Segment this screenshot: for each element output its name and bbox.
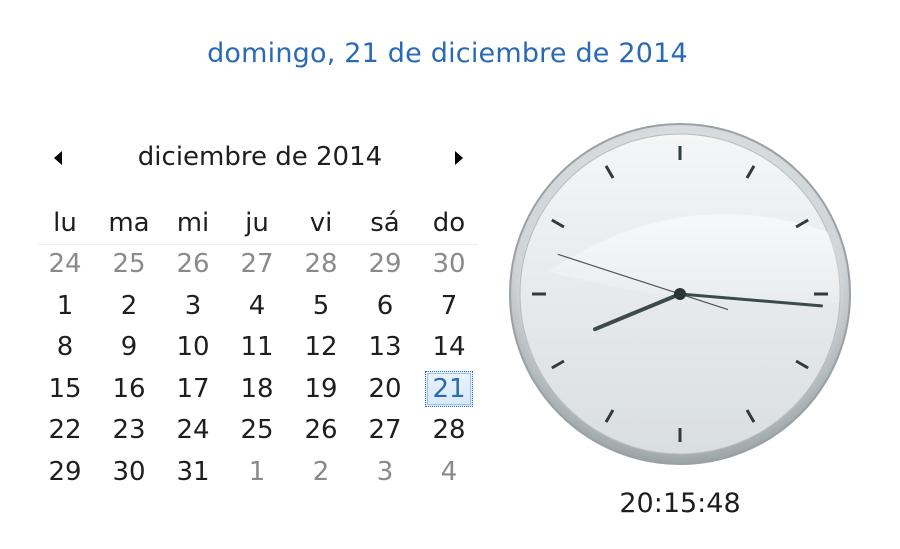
weekday-header: vi xyxy=(309,207,333,238)
calendar-day[interactable]: 1 xyxy=(33,285,97,327)
calendar-day[interactable]: 2 xyxy=(289,451,353,493)
calendar-day[interactable]: 4 xyxy=(417,451,481,493)
clock-center-pin xyxy=(674,288,686,300)
calendar-day[interactable]: 29 xyxy=(33,451,97,493)
weekday-header: do xyxy=(432,207,466,238)
calendar-day[interactable]: 5 xyxy=(289,285,353,327)
calendar-day[interactable]: 10 xyxy=(161,327,225,369)
calendar-day[interactable]: 2 xyxy=(97,285,161,327)
weekday-header: ma xyxy=(108,207,150,238)
weekday-header: ju xyxy=(245,207,269,238)
calendar-day[interactable]: 6 xyxy=(353,285,417,327)
calendar-day[interactable]: 1 xyxy=(225,451,289,493)
month-year-label[interactable]: diciembre de 2014 xyxy=(100,142,420,172)
weekday-header: mi xyxy=(176,207,210,238)
weekday-header: sá xyxy=(370,207,400,238)
calendar-day[interactable]: 30 xyxy=(417,244,481,286)
calendar-day[interactable]: 26 xyxy=(161,244,225,286)
calendar-day[interactable]: 4 xyxy=(225,285,289,327)
calendar-day[interactable]: 7 xyxy=(417,285,481,327)
calendar-day[interactable]: 3 xyxy=(353,451,417,493)
calendar-day[interactable]: 12 xyxy=(289,327,353,369)
calendar-day[interactable]: 28 xyxy=(289,244,353,286)
calendar-day[interactable]: 31 xyxy=(161,451,225,493)
calendar-day[interactable]: 20 xyxy=(353,368,417,410)
calendar-day[interactable]: 23 xyxy=(97,410,161,452)
calendar-day[interactable]: 19 xyxy=(289,368,353,410)
calendar-day[interactable]: 3 xyxy=(161,285,225,327)
calendar-day[interactable]: 11 xyxy=(225,327,289,369)
calendar-day[interactable]: 16 xyxy=(97,368,161,410)
calendar-day-today[interactable]: 21 xyxy=(417,368,481,410)
calendar-day[interactable]: 27 xyxy=(225,244,289,286)
calendar-day[interactable]: 28 xyxy=(417,410,481,452)
calendar-day[interactable]: 25 xyxy=(97,244,161,286)
calendar-day[interactable]: 13 xyxy=(353,327,417,369)
weekday-header: lu xyxy=(53,207,77,238)
previous-month-button[interactable] xyxy=(48,146,68,170)
digital-time: 20:15:48 xyxy=(619,488,741,519)
calendar-day[interactable]: 24 xyxy=(33,244,97,286)
triangle-right-icon xyxy=(455,151,463,165)
triangle-left-icon xyxy=(54,151,62,165)
calendar-day[interactable]: 14 xyxy=(417,327,481,369)
calendar-day[interactable]: 17 xyxy=(161,368,225,410)
calendar-day[interactable]: 15 xyxy=(33,368,97,410)
full-date-link[interactable]: domingo, 21 de diciembre de 2014 xyxy=(0,38,895,69)
calendar-day[interactable]: 26 xyxy=(289,410,353,452)
analog-clock xyxy=(509,123,851,465)
calendar-day[interactable]: 25 xyxy=(225,410,289,452)
calendar-navigation: diciembre de 2014 xyxy=(40,140,480,184)
calendar-grid: lu ma mi ju vi sá do 24 25 26 27 28 29 3… xyxy=(33,202,481,493)
calendar-day[interactable]: 8 xyxy=(33,327,97,369)
calendar-day[interactable]: 9 xyxy=(97,327,161,369)
calendar-day[interactable]: 18 xyxy=(225,368,289,410)
calendar-day[interactable]: 30 xyxy=(97,451,161,493)
calendar-day[interactable]: 24 xyxy=(161,410,225,452)
calendar-day[interactable]: 27 xyxy=(353,410,417,452)
calendar-day[interactable]: 22 xyxy=(33,410,97,452)
calendar-day[interactable]: 29 xyxy=(353,244,417,286)
next-month-button[interactable] xyxy=(449,146,469,170)
